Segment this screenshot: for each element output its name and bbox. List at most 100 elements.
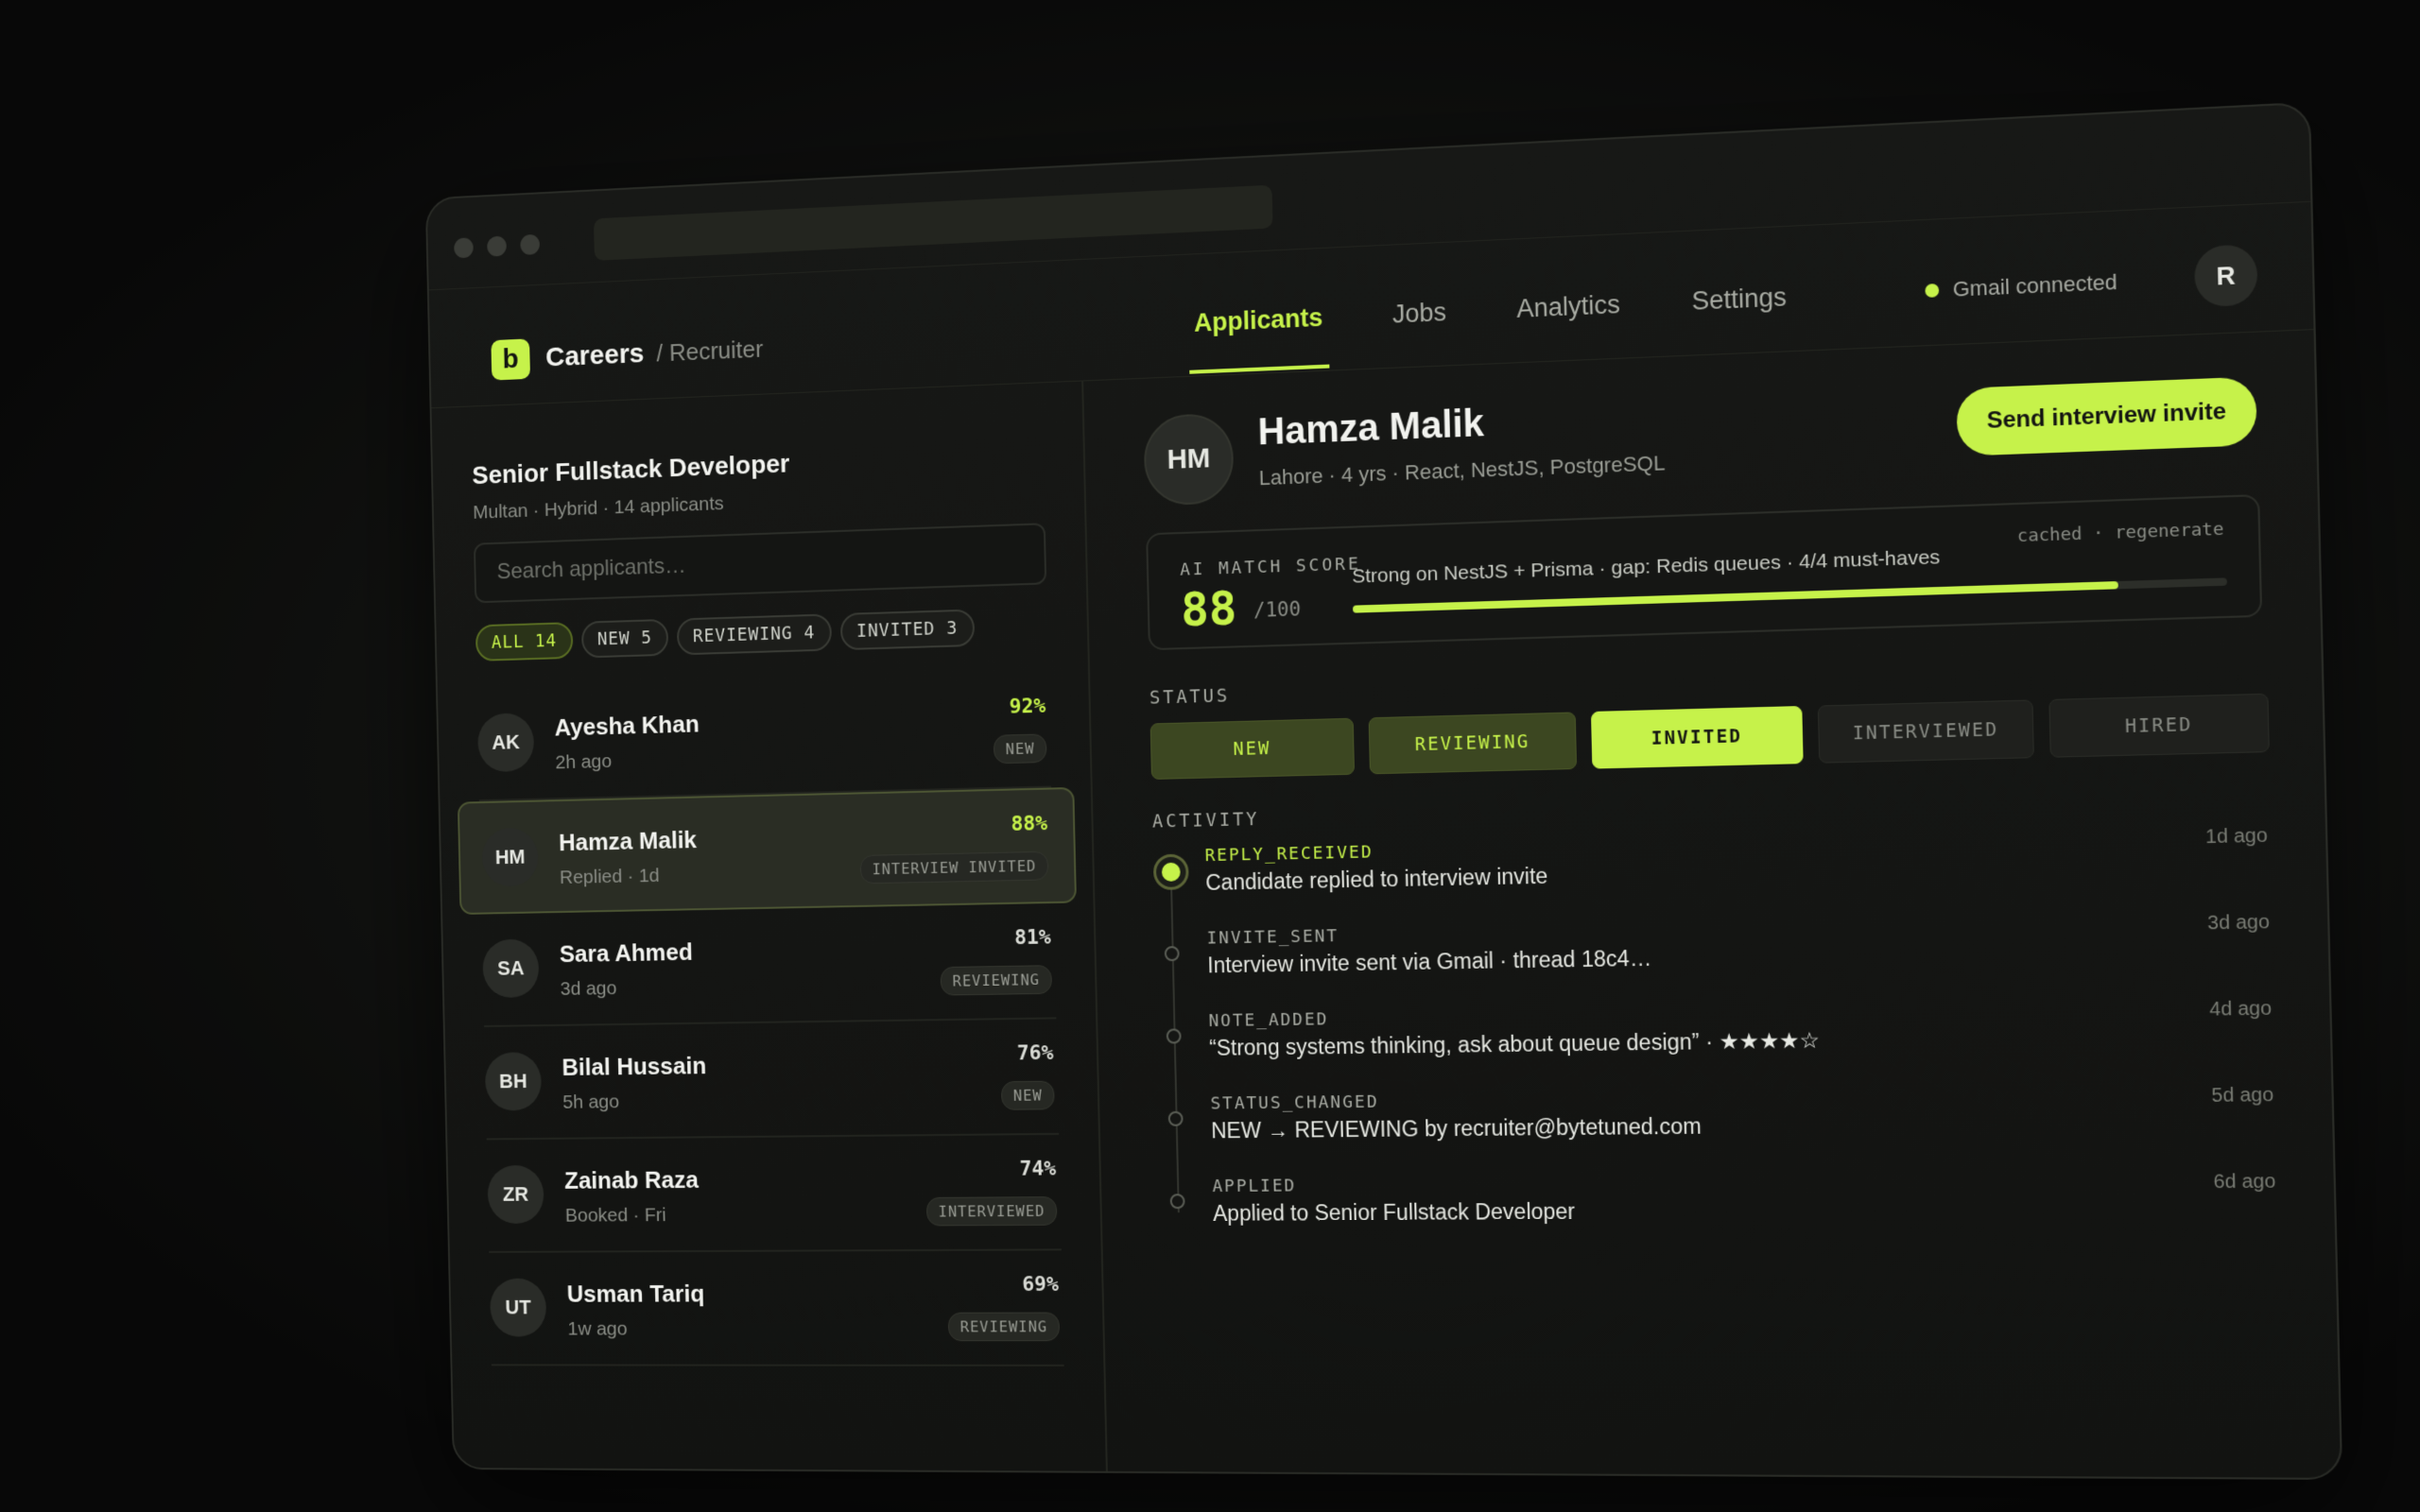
tab-applicants[interactable]: Applicants	[1187, 286, 1329, 374]
applicant-name: Usman Tariq	[566, 1280, 704, 1308]
match-score: 74%	[1019, 1158, 1056, 1181]
brand-subtitle: / Recruiter	[656, 335, 764, 368]
avatar: AK	[477, 713, 534, 772]
match-score: 69%	[1022, 1273, 1059, 1297]
activity-label: ACTIVITY	[1152, 809, 1260, 832]
applicant-row[interactable]: AK Ayesha Khan 2h ago 92% NEW	[476, 672, 1051, 801]
event-text: NEW → REVIEWING by recruiter@bytetuned.c…	[1211, 1113, 1702, 1143]
window-maximize-dot[interactable]	[520, 234, 540, 255]
event-time: 5d ago	[2211, 1084, 2273, 1108]
brand[interactable]: b Careers / Recruiter	[491, 328, 763, 380]
applicant-row-selected[interactable]: HM Hamza Malik Replied · 1d 88% INTERVIE…	[458, 787, 1077, 915]
candidate-meta: Lahore · 4 yrs · React, NestJS, PostgreS…	[1258, 451, 1665, 490]
status-badge: INTERVIEW INVITED	[860, 851, 1048, 885]
avatar: HM	[481, 828, 539, 887]
applicant-name: Ayesha Khan	[554, 710, 700, 742]
status-badge: INTERVIEWED	[926, 1196, 1058, 1226]
event-type: INVITE_SENT	[1206, 926, 1339, 948]
match-score: 76%	[1017, 1041, 1054, 1065]
timeline-dot-icon	[1170, 1194, 1185, 1209]
applicant-list: AK Ayesha Khan 2h ago 92% NEW HM Hamza M…	[476, 672, 1063, 1366]
applicant-name: Sara Ahmed	[560, 937, 693, 968]
address-bar[interactable]	[594, 185, 1273, 261]
status-pipeline: NEW REVIEWING INVITED INTERVIEWED HIRED	[1150, 693, 2286, 780]
applicant-activity: 2h ago	[555, 750, 612, 774]
filter-chips: ALL 14 NEW 5 REVIEWING 4 INVITED 3	[475, 609, 984, 662]
event-text: “Strong systems thinking, ask about queu…	[1209, 1027, 1820, 1060]
match-score: 88%	[1011, 812, 1047, 836]
send-invite-button[interactable]: Send interview invite	[1957, 376, 2257, 455]
match-score-max: /100	[1253, 597, 1302, 621]
status-new[interactable]: NEW	[1150, 718, 1355, 780]
applicant-activity: 3d ago	[560, 978, 616, 1001]
avatar: ZR	[487, 1165, 544, 1224]
applicant-name: Hamza Malik	[559, 826, 697, 857]
status-badge: NEW	[1001, 1081, 1055, 1110]
status-interviewed[interactable]: INTERVIEWED	[1818, 699, 2034, 763]
ai-match-card: AI MATCH SCORE 88 /100 Strong on NestJS …	[1146, 494, 2262, 650]
filter-all[interactable]: ALL 14	[475, 622, 573, 662]
activity-event: NOTE_ADDED “Strong systems thinking, ask…	[1156, 996, 2273, 1087]
connected-dot-icon	[1925, 284, 1939, 298]
activity-event: REPLY_RECEIVED Candidate replied to inte…	[1153, 823, 2270, 922]
filter-reviewing[interactable]: REVIEWING 4	[677, 613, 832, 655]
event-type: APPLIED	[1212, 1176, 1296, 1196]
status-invited[interactable]: INVITED	[1591, 706, 1804, 769]
gmail-status-label: Gmail connected	[1952, 269, 2118, 301]
applicant-row[interactable]: BH Bilal Hussain 5h ago 76% NEW	[484, 1019, 1059, 1140]
timeline-dot-icon	[1165, 946, 1180, 961]
event-text: Applied to Senior Fullstack Developer	[1213, 1199, 1576, 1227]
status-hired[interactable]: HIRED	[2048, 694, 2270, 758]
job-title: Senior Fullstack Developer	[472, 449, 790, 490]
window-close-dot[interactable]	[454, 237, 474, 258]
status-reviewing[interactable]: REVIEWING	[1369, 712, 1577, 774]
status-badge: REVIEWING	[941, 965, 1052, 995]
status-badge: REVIEWING	[948, 1313, 1060, 1342]
applicant-name: Bilal Hussain	[562, 1052, 706, 1082]
candidate-name: Hamza Malik	[1257, 403, 1484, 454]
candidate-detail: HM Hamza Malik Lahore · 4 yrs · React, N…	[1085, 330, 2342, 1480]
filter-invited[interactable]: INVITED 3	[839, 610, 975, 651]
event-type: REPLY_RECEIVED	[1204, 842, 1373, 866]
event-time: 3d ago	[2207, 912, 2270, 936]
tab-settings[interactable]: Settings	[1685, 265, 1794, 352]
activity-event: INVITE_SENT Interview invite sent via Gm…	[1155, 909, 2272, 1005]
event-type: STATUS_CHANGED	[1210, 1092, 1378, 1114]
match-score-value: 88	[1181, 581, 1237, 638]
brand-logo-icon: b	[491, 338, 530, 380]
event-text: Candidate replied to interview invite	[1205, 864, 1548, 896]
event-time: 6d ago	[2213, 1171, 2275, 1194]
applicant-row[interactable]: SA Sara Ahmed 3d ago 81% REVIEWING	[481, 903, 1056, 1027]
tab-analytics[interactable]: Analytics	[1511, 272, 1628, 360]
activity-event: STATUS_CHANGED NEW → REVIEWING by recrui…	[1158, 1082, 2274, 1169]
applicant-name: Zainab Raza	[564, 1166, 699, 1195]
match-label: AI MATCH SCORE	[1180, 554, 1361, 579]
timeline-dot-icon	[1167, 1028, 1182, 1043]
candidate-avatar: HM	[1143, 413, 1234, 507]
activity-event: APPLIED Applied to Senior Fullstack Deve…	[1160, 1169, 2276, 1252]
status-badge: NEW	[994, 733, 1047, 764]
applicant-activity: Replied · 1d	[560, 865, 660, 888]
avatar: UT	[490, 1279, 547, 1337]
tab-jobs[interactable]: Jobs	[1386, 281, 1453, 366]
applicant-row[interactable]: UT Usman Tariq 1w ago 69% REVIEWING	[489, 1250, 1063, 1366]
match-progress-fill	[1353, 581, 2118, 613]
applicant-activity: 1w ago	[567, 1318, 628, 1340]
event-type: NOTE_ADDED	[1208, 1009, 1328, 1031]
event-text: Interview invite sent via Gmail · thread…	[1207, 946, 1651, 979]
filter-new[interactable]: NEW 5	[581, 619, 669, 659]
match-score: 92%	[1009, 695, 1046, 719]
match-summary: Strong on NestJS + Prisma · gap: Redis q…	[1352, 546, 1941, 589]
applicant-row[interactable]: ZR Zainab Raza Booked · Fri 74% INTERVIE…	[487, 1135, 1062, 1253]
job-meta: Multan · Hybrid · 14 applicants	[473, 493, 724, 524]
search-input[interactable]	[474, 523, 1046, 603]
applicant-activity: 5h ago	[562, 1091, 619, 1114]
timeline-active-dot-icon	[1153, 854, 1189, 890]
event-time: 4d ago	[2209, 998, 2272, 1022]
regenerate-link[interactable]: cached · regenerate	[2017, 519, 2224, 546]
brand-name: Careers	[545, 338, 645, 373]
user-avatar[interactable]: R	[2194, 244, 2258, 307]
gmail-status: Gmail connected	[1925, 269, 2118, 303]
window-minimize-dot[interactable]	[487, 236, 507, 257]
event-time: 1d ago	[2205, 825, 2268, 849]
